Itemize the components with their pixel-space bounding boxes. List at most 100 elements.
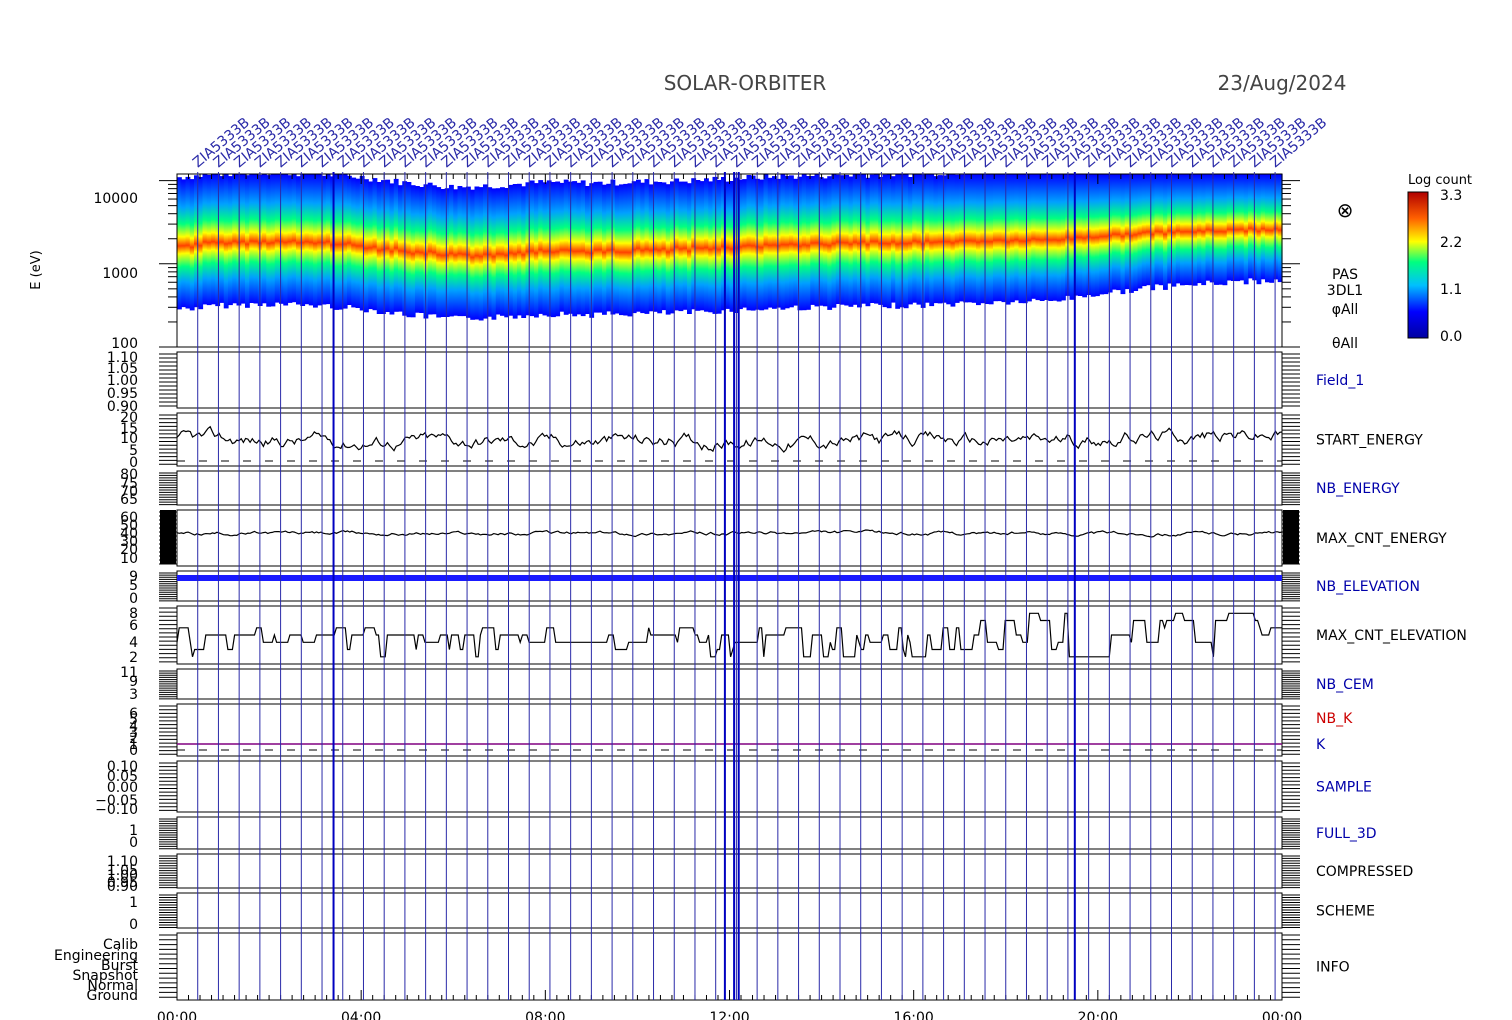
plot-canvas: ZIA5333BZIA5333BZIA5333BZIA5333BZIA5333B… — [29, 71, 1472, 1020]
ytick-label: 0 — [129, 743, 138, 759]
spectrogram-column — [750, 175, 756, 311]
spectrogram-label: φAll — [1332, 302, 1359, 318]
spectrogram-column — [997, 174, 1003, 302]
spectrogram-column — [742, 179, 748, 308]
x-tick-label: 04:00 — [341, 1010, 381, 1020]
spectrogram-column — [470, 189, 476, 320]
spectrogram-column — [695, 180, 701, 311]
spectrogram-column — [602, 184, 607, 315]
panel-nb_cem: 1193NB_CEM — [120, 665, 1374, 703]
spectrogram-column — [223, 174, 229, 309]
spectrogram-column — [461, 187, 467, 317]
spectrogram-column — [1158, 174, 1164, 286]
panel-label: SCHEME — [1316, 904, 1375, 920]
spectrogram-column — [793, 178, 799, 306]
spectrogram-column — [189, 179, 195, 311]
spectrogram-column — [1103, 174, 1109, 295]
spectrogram-column — [517, 183, 522, 316]
spectrogram-column — [1192, 174, 1198, 286]
spectrogram-panel: 100001000100E (eV)⊗PAS3DL1φAllθAll — [29, 173, 1363, 352]
spectrogram-column — [1010, 174, 1015, 303]
spectrogram-column — [810, 176, 816, 305]
spectrogram-column — [789, 175, 794, 308]
spectrogram-column — [988, 174, 994, 305]
spectrogram-column — [296, 176, 301, 305]
instrument-symbol: ⊗ — [1337, 198, 1354, 222]
spectrogram-column — [648, 184, 654, 312]
spectrogram-column — [219, 176, 225, 303]
spectrogram-column — [674, 178, 680, 311]
spectrogram-column — [245, 175, 250, 308]
spectrogram-column — [538, 180, 544, 314]
spectrogram-column — [954, 174, 960, 303]
header-region: ZIA5333BZIA5333BZIA5333BZIA5333BZIA5333B… — [190, 71, 1346, 171]
spectrogram-column — [1048, 174, 1054, 301]
spectrogram-column — [1226, 174, 1232, 281]
spectrogram-column — [844, 174, 850, 306]
spectrogram-column — [772, 176, 777, 309]
colorbar: Log count 3.3 2.2 1.1 0.0 — [1407, 173, 1472, 345]
spectrogram-column — [657, 182, 663, 314]
spectrogram-column — [287, 175, 293, 303]
spectrogram-column — [559, 182, 565, 312]
spectrogram-column — [687, 183, 692, 314]
spectrogram-column — [491, 188, 497, 320]
spectrogram-column — [546, 180, 552, 317]
panel-field_1: 1.101.051.000.950.90Field_1 — [107, 350, 1364, 415]
spectrogram-column — [206, 174, 212, 306]
spectrogram-column — [823, 178, 828, 307]
spectrogram-column — [1163, 174, 1168, 290]
spectrogram-column — [712, 176, 718, 314]
spectrogram-column — [661, 182, 667, 311]
panel-label: MAX_CNT_ELEVATION — [1316, 628, 1467, 644]
spectrogram-column — [682, 181, 688, 310]
spectrogram-column — [699, 181, 705, 311]
panel-stack: 100001000100E (eV)⊗PAS3DL1φAllθAll1.101.… — [29, 173, 1467, 1004]
spectrogram-column — [912, 174, 918, 303]
ytick-label: 0 — [129, 591, 138, 607]
spectrogram-column — [959, 174, 964, 302]
spectrogram-column — [1107, 174, 1113, 293]
ytick-label: 0 — [129, 917, 138, 933]
panel-info: CalibEngineeringBurstSnapshotNormalGroun… — [54, 932, 1350, 1004]
spectrogram-label: θAll — [1332, 336, 1358, 352]
spectrogram-column — [1124, 174, 1130, 290]
spectrogram-column — [946, 174, 952, 305]
panel-label: NB_CEM — [1316, 677, 1374, 693]
spectrogram-column — [929, 174, 935, 307]
spectrogram-column — [253, 174, 259, 304]
spectrogram-column — [563, 179, 569, 315]
spectrogram-column — [746, 175, 752, 311]
spectrogram-column — [976, 174, 981, 306]
spectrogram-column — [355, 178, 361, 308]
spectrogram-column — [874, 174, 879, 304]
spectrogram-column — [725, 181, 731, 309]
spectrogram-column — [364, 179, 369, 313]
spectrogram-column — [449, 184, 454, 317]
panel-label: NB_K — [1316, 711, 1353, 727]
spectrogram-column — [529, 180, 535, 317]
spectrogram-column — [508, 184, 514, 316]
spectrogram-column — [500, 187, 505, 316]
spectrogram-column — [848, 176, 854, 307]
spectrogram-column — [942, 175, 947, 303]
spectrogram-column — [215, 174, 221, 307]
spectrogram-column — [636, 179, 641, 312]
x-tick-label: 16:00 — [893, 1010, 933, 1020]
panel-max_cnt_energy: 605040302010MAX_CNT_ENERGY — [120, 509, 1447, 567]
ytick-label: 10 — [120, 551, 138, 567]
x-tick-label: 00:00 — [157, 1010, 197, 1020]
panel-label: Field_1 — [1316, 373, 1364, 389]
spectrogram-column — [1273, 174, 1279, 280]
spectrogram-column — [576, 182, 582, 315]
spectrogram-column — [925, 174, 930, 303]
panel-label: MAX_CNT_ENERGY — [1316, 531, 1447, 547]
spectrogram-column — [891, 176, 896, 303]
spectrogram-column — [1056, 174, 1062, 302]
spectrogram-column — [1112, 174, 1117, 290]
spectrogram-label: PAS — [1332, 267, 1358, 283]
spectrogram-column — [1260, 174, 1266, 280]
colorbar-tick-2: 2.2 — [1440, 235, 1462, 251]
spectrogram-column — [1141, 174, 1147, 287]
spectrogram-ytick-label: 1000 — [102, 266, 138, 282]
